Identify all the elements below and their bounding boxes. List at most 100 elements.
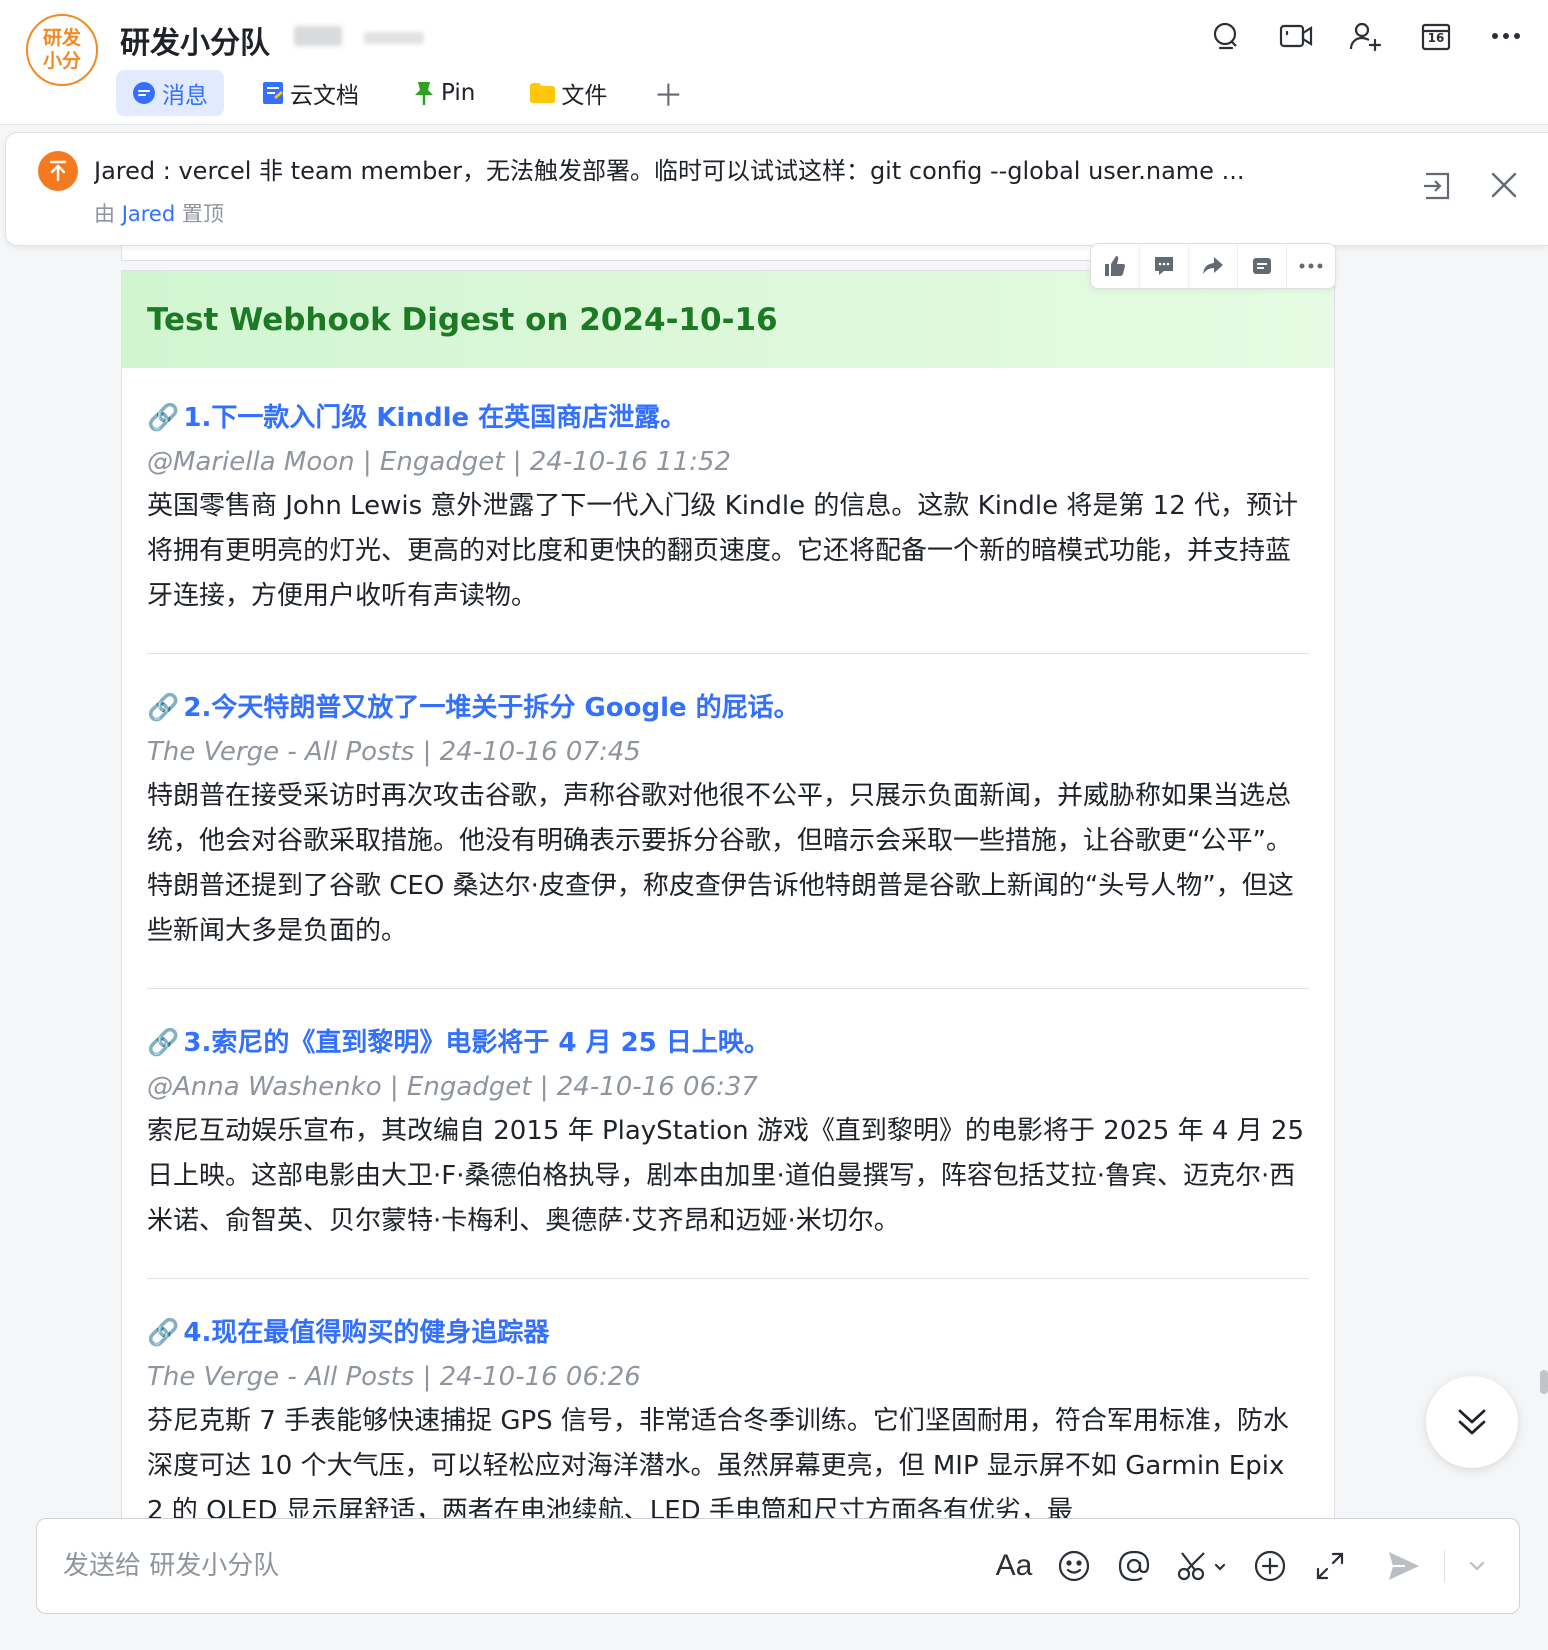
pinned-by-prefix: 由 [94,202,115,226]
thumbs-up-icon [1105,256,1125,276]
news-meta: @Anna Washenko | Engadget | 24-10-16 06:… [147,1072,758,1102]
folder-icon [530,83,556,103]
news-meta: @Mariella Moon | Engadget | 24-10-16 11:… [147,447,731,477]
header-actions: 16 [1206,16,1526,56]
news-item: 🔗 3.索尼的《直到黎明》电影将于 4 月 25 日上映。 @Anna Wash… [147,988,1309,1244]
news-title-link[interactable]: 🔗 2.今天特朗普又放了一堆关于拆分 Google 的屁话。 [147,686,1309,730]
news-title: 1.下一款入门级 Kindle 在英国商店泄露。 [183,403,687,433]
digest-message-card: Test Webhook Digest on 2024-10-16 🔗 1.下一… [121,270,1335,1521]
jump-icon [1424,172,1450,200]
message-composer: Aa [36,1518,1520,1614]
calendar-day: 16 [1427,31,1445,45]
tab-label: 文件 [561,83,608,109]
expand-editor-button[interactable] [1310,1543,1350,1589]
card-title: Test Webhook Digest on 2024-10-16 [147,301,778,338]
pushpin-icon [415,82,433,105]
pinned-by: 由 Jared 置顶 [94,198,224,228]
composer-toolbar: Aa [994,1543,1489,1589]
add-member-icon [1349,22,1382,52]
pinned-by-user[interactable]: Jared [122,202,175,226]
link-icon: 🔗 [147,1028,180,1058]
double-chevron-down-icon [1458,1409,1486,1435]
text-format-button[interactable]: Aa [994,1543,1034,1589]
avatar-line-2: 小分 [42,50,81,72]
link-icon: 🔗 [147,1318,180,1348]
redacted-text [364,32,424,44]
search-button[interactable] [1206,16,1246,56]
chat-header: 研发 小分 研发小分队 16 消息 云文档 Pin 文件 ＋ [0,0,1548,125]
tab-docs[interactable]: 云文档 [246,70,375,116]
add-member-button[interactable] [1346,16,1386,56]
pinned-message-banner[interactable]: Jared : vercel 非 team member，无法触发部署。临时可以… [5,132,1548,246]
card-body: 🔗 1.下一款入门级 Kindle 在英国商店泄露。 @Mariella Moo… [122,368,1334,1521]
news-title: 3.索尼的《直到黎明》电影将于 4 月 25 日上映。 [183,1028,770,1058]
plus-circle-icon [1254,1550,1286,1582]
tab-label: 消息 [162,83,208,109]
pinned-by-suffix: 置顶 [181,202,224,226]
chat-bubble-icon [133,82,155,104]
tab-label: Pin [441,80,476,106]
send-icon [1389,1552,1419,1580]
calendar-button[interactable]: 16 [1416,16,1456,56]
send-button[interactable] [1384,1543,1424,1589]
divider [1444,1550,1445,1582]
tab-messages[interactable]: 消息 [116,70,224,116]
search-icon [1213,22,1237,50]
chevron-down-icon [1469,1561,1485,1571]
tab-files[interactable]: 文件 [513,70,623,116]
tab-pin[interactable]: Pin [397,70,491,116]
more-icon [1492,33,1520,39]
group-avatar[interactable]: 研发 小分 [26,14,98,86]
close-icon [1491,172,1517,198]
avatar-line-1: 研发 [42,27,81,49]
forward-button[interactable] [1189,244,1238,288]
news-summary: 特朗普在接受采访时再次攻击谷歌，声称谷歌对他很不公平，只展示负面新闻，并威胁称如… [147,781,1294,946]
news-title-link[interactable]: 🔗 3.索尼的《直到黎明》电影将于 4 月 25 日上映。 [147,1021,1309,1065]
more-attachments-button[interactable] [1250,1543,1290,1589]
screenshot-button[interactable] [1174,1543,1230,1589]
tab-label: 云文档 [290,83,359,109]
news-item: 🔗 1.下一款入门级 Kindle 在英国商店泄露。 @Mariella Moo… [147,368,1309,619]
redacted-text [294,26,342,46]
news-meta: The Verge - All Posts | 24-10-16 07:45 [147,737,641,767]
close-pin-button[interactable] [1490,171,1518,203]
news-meta: The Verge - All Posts | 24-10-16 06:26 [147,1362,641,1392]
message-input[interactable] [61,1545,865,1587]
pin-top-icon [38,151,78,191]
reply-button[interactable] [1140,244,1189,288]
send-options-button[interactable] [1465,1543,1489,1589]
news-title: 4.现在最值得购买的健身追踪器 [183,1318,550,1348]
jump-to-message-button[interactable] [1422,171,1452,205]
add-tab-button[interactable]: ＋ [645,71,691,115]
emoji-icon [1058,1550,1090,1582]
news-title-link[interactable]: 🔗 1.下一款入门级 Kindle 在英国商店泄露。 [147,396,1309,440]
news-summary: 索尼互动娱乐宣布，其改编自 2015 年 PlayStation 游戏《直到黎明… [147,1116,1305,1236]
expand-icon [1316,1552,1344,1580]
more-icon [1299,263,1323,269]
pinned-message-text: Jared : vercel 非 team member，无法触发部署。临时可以… [94,157,1245,185]
news-item: 🔗 2.今天特朗普又放了一堆关于拆分 Google 的屁话。 The Verge… [147,653,1309,954]
chat-title[interactable]: 研发小分队 [120,18,270,62]
scissors-icon [1177,1552,1226,1581]
emoji-button[interactable] [1054,1543,1094,1589]
message-toolbar [1090,243,1336,289]
quote-icon [1253,258,1271,274]
mention-button[interactable] [1114,1543,1154,1589]
tab-bar: 消息 云文档 Pin 文件 ＋ [116,70,691,116]
quote-button[interactable] [1238,244,1287,288]
at-sign-icon [1118,1550,1150,1582]
video-call-button[interactable] [1276,16,1316,56]
news-title: 2.今天特朗普又放了一堆关于拆分 Google 的屁话。 [183,693,800,723]
reply-icon [1155,257,1173,275]
doc-icon [263,82,283,104]
news-summary: 英国零售商 John Lewis 意外泄露了下一代入门级 Kindle 的信息。… [147,491,1299,611]
like-button[interactable] [1091,244,1140,288]
more-button[interactable] [1486,16,1526,56]
scroll-to-bottom-button[interactable] [1426,1376,1518,1468]
more-actions-button[interactable] [1287,244,1335,288]
forward-icon [1203,257,1223,274]
scrollbar-thumb[interactable] [1540,1370,1548,1394]
video-call-icon [1279,24,1313,48]
news-title-link[interactable]: 🔗 4.现在最值得购买的健身追踪器 [147,1311,1309,1355]
link-icon: 🔗 [147,693,180,723]
